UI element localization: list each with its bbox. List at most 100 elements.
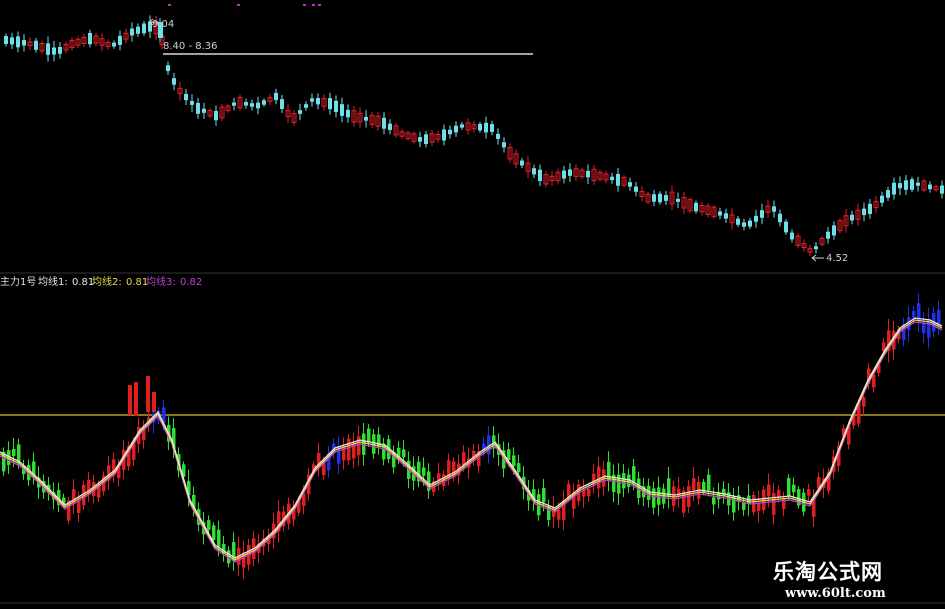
price-candlestick-chart[interactable] xyxy=(0,0,945,609)
indicator-bar xyxy=(77,500,81,513)
price-candle-down xyxy=(256,102,260,109)
price-candle-down xyxy=(46,43,50,55)
price-candle-down xyxy=(190,101,194,105)
price-candle-down xyxy=(904,180,908,190)
indicator-bar xyxy=(617,474,621,494)
price-candle-down xyxy=(328,98,332,110)
indicator-bar xyxy=(917,303,921,323)
ma1-label: 均线1: xyxy=(38,277,68,288)
indicator-bar xyxy=(517,463,521,473)
top-marker xyxy=(168,4,171,6)
price-candle-down xyxy=(490,124,494,132)
price-candle-down xyxy=(52,47,56,55)
price-candle-down xyxy=(334,100,338,112)
price-candle-down xyxy=(136,26,140,34)
indicator-bar xyxy=(212,525,216,540)
price-candle-down xyxy=(418,137,422,142)
indicator-bar xyxy=(657,487,661,505)
price-candle-down xyxy=(22,39,26,46)
price-candle-down xyxy=(916,182,920,186)
price-candle-down xyxy=(562,170,566,179)
price-candle-down xyxy=(316,98,320,105)
price-candle-down xyxy=(814,246,818,250)
top-marker xyxy=(303,4,306,6)
price-candle-down xyxy=(478,123,482,131)
indicator-bar xyxy=(357,436,361,456)
ma3-line xyxy=(0,321,943,563)
indicator-bar xyxy=(557,510,561,520)
price-candle-down xyxy=(898,183,902,189)
price-candle-down xyxy=(940,185,944,194)
price-candle-down xyxy=(742,222,746,227)
price-candle-down xyxy=(310,98,314,102)
indicator-bar xyxy=(507,449,511,461)
top-marker xyxy=(318,4,321,6)
price-candle-down xyxy=(382,117,386,129)
low-price-annotation: 4.52 xyxy=(826,253,849,264)
price-candle-down xyxy=(88,32,92,45)
price-candle-down xyxy=(568,169,572,176)
price-candle-down xyxy=(724,213,728,219)
indicator-bar xyxy=(12,448,16,456)
price-candle-down xyxy=(862,208,866,216)
price-candle-down xyxy=(130,28,134,36)
price-candle-down xyxy=(496,133,500,139)
price-candle-down xyxy=(304,104,308,108)
range-annotation: 8.40 - 8.36 xyxy=(163,41,218,52)
price-candle-down xyxy=(172,78,176,85)
price-candle-down xyxy=(196,102,200,114)
indicator-bar xyxy=(912,311,916,318)
price-candle-down xyxy=(616,173,620,186)
price-candle-down xyxy=(184,93,188,101)
price-candle-down xyxy=(166,65,170,72)
indicator-bar xyxy=(152,392,156,412)
price-candle-down xyxy=(676,198,680,202)
indicator-bar xyxy=(807,489,811,496)
indicator-bar xyxy=(128,385,132,415)
indicator-bar xyxy=(707,474,711,491)
price-candle-down xyxy=(460,124,464,128)
price-candle-down xyxy=(778,213,782,223)
indicator-bar xyxy=(767,484,771,497)
price-candle-down xyxy=(214,110,218,121)
watermark-url: www.60lt.com xyxy=(785,586,886,601)
price-candle-down xyxy=(754,215,758,222)
price-candle-down xyxy=(868,203,872,215)
indicator-bar xyxy=(422,467,426,476)
price-candle-down xyxy=(448,129,452,135)
price-candle-down xyxy=(262,100,266,105)
indicator-bar xyxy=(217,529,221,548)
price-candle-down xyxy=(58,47,62,54)
price-candle-down xyxy=(760,210,764,218)
price-candle-down xyxy=(16,36,20,48)
indicator-bar xyxy=(762,489,766,511)
indicator-bar xyxy=(712,497,716,505)
watermark-title: 乐淘公式网 xyxy=(773,560,883,584)
low-arrow-icon xyxy=(811,254,824,262)
indicator-bar xyxy=(402,449,406,458)
price-candle-down xyxy=(694,202,698,212)
indicator-bar xyxy=(787,478,791,497)
indicator-bar xyxy=(134,382,138,416)
price-candle-down xyxy=(718,211,722,216)
indicator-bar xyxy=(542,487,546,503)
ma2-line xyxy=(0,319,943,561)
ma2-value: 0.81 xyxy=(126,277,149,288)
price-candle-down xyxy=(880,195,884,203)
indicator-bar xyxy=(632,466,636,483)
high-price-annotation: 9.04 xyxy=(152,19,175,30)
price-candle-down xyxy=(664,195,668,201)
price-candle-down xyxy=(634,186,638,192)
indicator-bar xyxy=(792,484,796,493)
price-candle-down xyxy=(892,182,896,195)
price-candle-down xyxy=(274,92,278,101)
price-candle-down xyxy=(586,170,590,178)
ma3-value: 0.82 xyxy=(180,277,203,288)
price-candle-down xyxy=(886,190,890,198)
indicator-name: 主力1号 xyxy=(0,277,37,288)
ma3-label: 均线3: xyxy=(146,277,176,288)
indicator-bar xyxy=(597,466,601,489)
indicator-bar xyxy=(367,428,371,443)
price-candle-down xyxy=(826,231,830,239)
price-candle-down xyxy=(748,220,752,227)
